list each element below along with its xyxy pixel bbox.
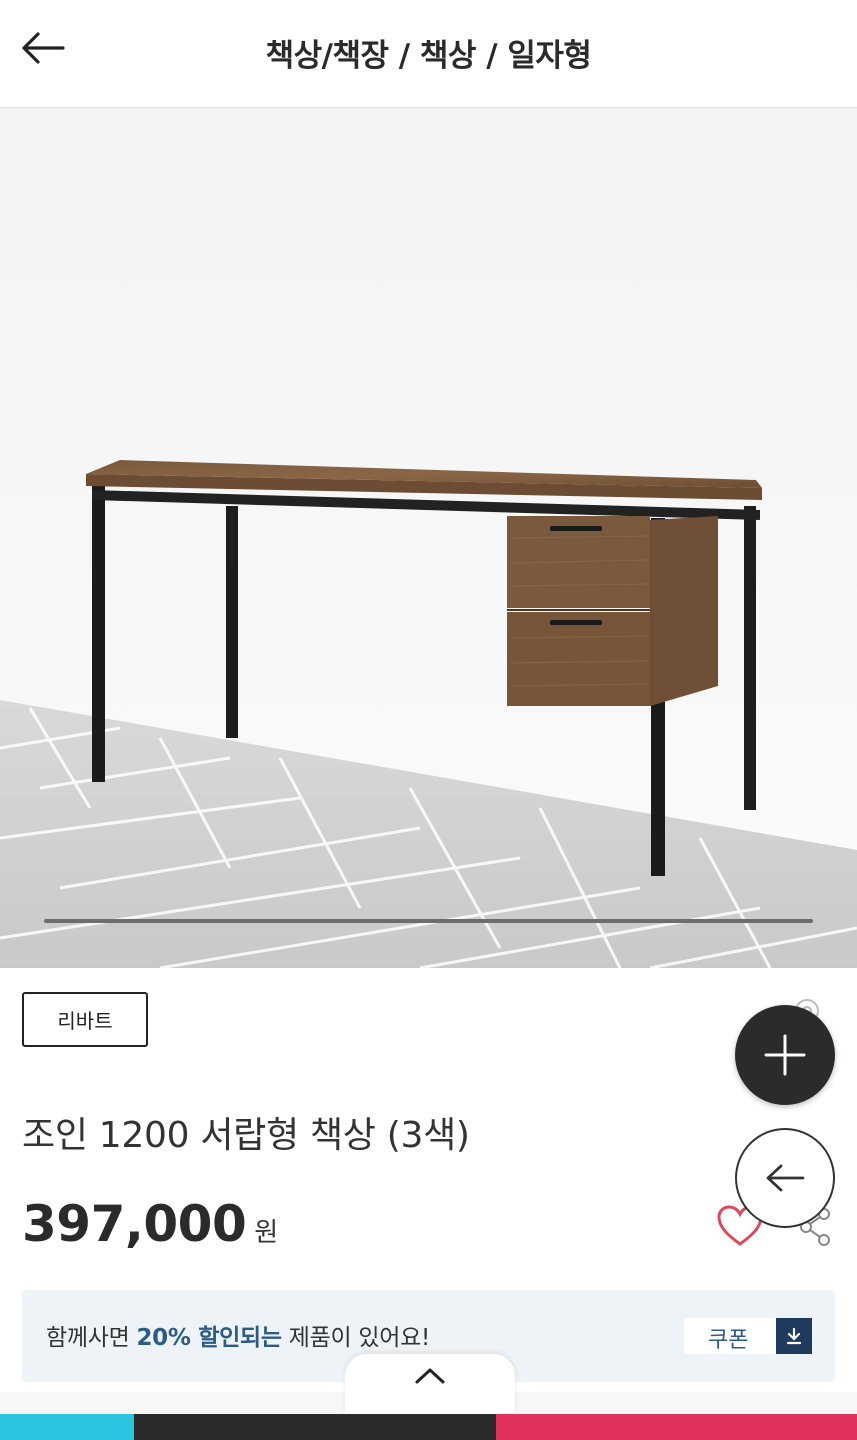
plus-icon bbox=[764, 1034, 806, 1076]
expand-handle[interactable] bbox=[345, 1354, 515, 1414]
download-icon bbox=[776, 1318, 812, 1354]
coupon-button[interactable]: 쿠폰 bbox=[684, 1318, 812, 1354]
bottom-color-strip bbox=[0, 1414, 857, 1440]
promo-highlight: 20% 할인되는 bbox=[136, 1325, 282, 1351]
image-slider-indicator bbox=[44, 919, 813, 923]
coupon-label: 쿠폰 bbox=[708, 1328, 749, 1353]
chevron-up-icon bbox=[415, 1368, 445, 1384]
floating-back-button[interactable] bbox=[735, 1128, 835, 1228]
desk-photo bbox=[0, 108, 857, 968]
strip-cyan bbox=[0, 1414, 134, 1440]
price-row: 397,000 원 bbox=[22, 1195, 278, 1253]
brand-tag[interactable]: 리바트 bbox=[22, 992, 148, 1047]
strip-red bbox=[496, 1414, 857, 1440]
back-arrow-icon bbox=[766, 1164, 805, 1192]
floating-plus-button[interactable] bbox=[735, 1005, 835, 1105]
product-title: 조인 1200 서랍형 책상 (3색) bbox=[22, 1115, 470, 1156]
category-breadcrumb: 책상/책장 / 책상 / 일자형 bbox=[265, 38, 592, 74]
top-header: 책상/책장 / 책상 / 일자형 bbox=[0, 0, 857, 108]
currency-label: 원 bbox=[254, 1218, 279, 1248]
promo-text: 함께사면 20% 할인되는 제품이 있어요! bbox=[46, 1325, 430, 1351]
strip-dark bbox=[134, 1414, 496, 1440]
product-image[interactable] bbox=[0, 108, 857, 968]
product-price: 397,000 bbox=[22, 1195, 247, 1253]
